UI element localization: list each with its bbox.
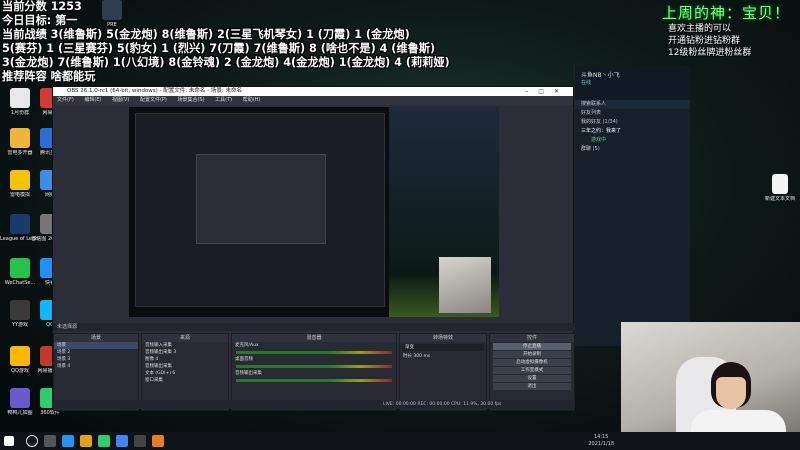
app-icon bbox=[10, 170, 30, 190]
chrome-icon[interactable] bbox=[116, 435, 128, 447]
qq-contact-status: 游戏中 bbox=[591, 137, 607, 143]
obs-title: OBS 26.1.0-rc1 (64-bit, windows) - 配置文件:… bbox=[67, 88, 242, 94]
desktop-icon-label: 新建文本文档 bbox=[764, 196, 795, 202]
obs-menubar: 文件(F) 编辑(E) 视图(V) 配置文件(P) 场景集合(S) 工具(T) … bbox=[53, 96, 573, 105]
settings-button[interactable]: 设置 bbox=[493, 375, 571, 382]
app-icon bbox=[10, 214, 30, 234]
qq-section-my-friends[interactable]: 我的好友 (1/34) bbox=[575, 118, 690, 127]
scene-item[interactable]: 场景 3 bbox=[54, 356, 138, 363]
transition-duration[interactable]: 时长 300 ms bbox=[400, 353, 486, 360]
menu-file[interactable]: 文件(F) bbox=[57, 97, 74, 103]
qq-section-friends[interactable]: 好友列表 bbox=[575, 109, 690, 118]
app-icon[interactable] bbox=[98, 435, 110, 447]
app-icon bbox=[10, 258, 30, 278]
qq-contact-panel[interactable]: 斗鱼NB丶小飞 在线 搜索联系人 好友列表 我的好友 (1/34) 三年之约：我… bbox=[574, 66, 690, 346]
file-explorer-icon[interactable] bbox=[80, 435, 92, 447]
window-controls[interactable]: –□✕ bbox=[525, 87, 569, 96]
menu-edit[interactable]: 编辑(E) bbox=[84, 97, 101, 103]
nested-preview-inner bbox=[196, 154, 326, 244]
obs-preview[interactable] bbox=[129, 107, 499, 317]
source-item[interactable]: 图像 4 bbox=[142, 356, 228, 363]
stream-stats-overlay: 当前分数 1253 今日目标: 第一 当前战绩 3(维鲁斯) 5(金龙炮) 8(… bbox=[2, 0, 450, 84]
source-item[interactable]: 窗口采集 bbox=[142, 377, 228, 384]
app-icon bbox=[10, 128, 30, 148]
qq-search-input[interactable]: 搜索联系人 bbox=[575, 100, 690, 109]
volume-meter[interactable] bbox=[236, 351, 392, 354]
source-item[interactable]: 文本 (GDI+) 6 bbox=[142, 370, 228, 377]
obs-titlebar[interactable]: OBS 26.1.0-rc1 (64-bit, windows) - 配置文件:… bbox=[53, 87, 573, 96]
fan-notice-1: 喜欢主播的可以 bbox=[667, 24, 731, 34]
start-recording-button[interactable]: 开始录制 bbox=[493, 351, 571, 358]
start-button-icon[interactable] bbox=[4, 436, 14, 446]
app-icon bbox=[10, 88, 30, 108]
app-icon bbox=[10, 300, 30, 320]
weekly-god-title: 上周的神：宝贝！ bbox=[661, 4, 790, 22]
mixer-channel: 麦克风/Aux bbox=[235, 343, 259, 348]
obs-taskbar-icon[interactable] bbox=[134, 435, 146, 447]
record-line-2: 5(赛芬) 1 (三星赛芬) 5(豹女) 1 (烈兴) 7(刀霞) 7(维鲁斯)… bbox=[2, 42, 436, 55]
menu-tools[interactable]: 工具(T) bbox=[215, 97, 232, 103]
exit-button[interactable]: 退出 bbox=[493, 383, 571, 390]
source-toolbar: 未选择源 bbox=[53, 323, 575, 331]
sources-header: 来源 bbox=[142, 334, 228, 342]
controls-header: 控件 bbox=[490, 334, 574, 342]
qq-username: 斗鱼NB丶小飞 bbox=[581, 72, 620, 79]
source-item[interactable]: 音频输入采集 bbox=[142, 342, 228, 349]
obs-window[interactable]: OBS 26.1.0-rc1 (64-bit, windows) - 配置文件:… bbox=[52, 86, 575, 411]
source-item[interactable]: 音频输出采集 bbox=[142, 363, 228, 370]
qq-header: 斗鱼NB丶小飞 在线 bbox=[575, 66, 690, 100]
qq-section-groups[interactable]: 群聊 (5) bbox=[575, 145, 690, 154]
streamer-face bbox=[716, 377, 746, 409]
search-icon[interactable] bbox=[26, 435, 38, 447]
obs-statusbar: LIVE: 00:00:00 REC: 00:00:00 CPU: 11.9%,… bbox=[53, 400, 575, 409]
system-clock[interactable]: 14:15 2021/1/18 bbox=[588, 434, 614, 448]
fan-notice-3: 12级粉丝牌进粉丝群 bbox=[667, 48, 752, 58]
edge-icon[interactable] bbox=[62, 435, 74, 447]
scene-item[interactable]: 场景 bbox=[54, 342, 138, 349]
app-icon bbox=[10, 388, 30, 408]
source-item[interactable]: 音频输出采集 3 bbox=[142, 349, 228, 356]
menu-help[interactable]: 帮助(H) bbox=[243, 97, 261, 103]
scene-item[interactable]: 场景 2 bbox=[54, 349, 138, 356]
transition-select[interactable]: 渐变 bbox=[402, 344, 484, 351]
preview-webcam bbox=[439, 257, 491, 313]
menu-profile[interactable]: 配置文件(P) bbox=[140, 97, 167, 103]
volume-meter[interactable] bbox=[236, 379, 392, 382]
fan-notice-2: 开通钻粉进钻粉群 bbox=[667, 36, 740, 46]
current-score: 当前分数 1253 bbox=[2, 0, 82, 13]
clock-time: 14:15 bbox=[593, 434, 609, 440]
app-icon[interactable] bbox=[152, 435, 164, 447]
stop-streaming-button[interactable]: 停止直播 bbox=[493, 343, 571, 350]
document-icon bbox=[772, 174, 788, 194]
task-view-icon[interactable] bbox=[44, 435, 56, 447]
webcam-feed bbox=[621, 322, 800, 450]
record-line-3: 3(金龙炮) 7(维鲁斯) 1(八幻境) 8(金铃魂) 2 (金龙炮) 4(金龙… bbox=[2, 56, 450, 69]
start-virtual-camera-button[interactable]: 启动虚拟摄像机 bbox=[493, 359, 571, 366]
daily-goal: 今日目标: 第一 bbox=[2, 14, 78, 27]
mixer-header: 混音器 bbox=[232, 334, 396, 342]
app-icon bbox=[10, 346, 30, 366]
scenes-header: 场景 bbox=[54, 334, 138, 342]
volume-meter[interactable] bbox=[236, 365, 392, 368]
clock-date: 2021/1/18 bbox=[588, 441, 614, 447]
qq-status: 在线 bbox=[581, 80, 592, 86]
new-text-document-icon[interactable]: 新建文本文档 bbox=[760, 174, 800, 202]
menu-scene-collection[interactable]: 场景集合(S) bbox=[177, 97, 204, 103]
fan-notice-overlay: 上周的神：宝贝！ 喜欢主播的可以 开通钻粉进钻粉群 12级粉丝牌进粉丝群 bbox=[662, 2, 790, 59]
recommend-line: 推荐阵容 啥都能玩 bbox=[2, 70, 96, 83]
mixer-channel: 桌面音频 bbox=[235, 357, 253, 362]
transitions-header: 转场特效 bbox=[400, 334, 486, 342]
scene-item[interactable]: 场景 4 bbox=[54, 363, 138, 370]
taskbar: 14:15 2021/1/18 bbox=[0, 432, 800, 450]
nested-preview bbox=[135, 113, 385, 307]
studio-mode-button[interactable]: 工作室模式 bbox=[493, 367, 571, 374]
mixer-channel: 音频输出采集 bbox=[235, 371, 262, 376]
record-line-1: 当前战绩 3(维鲁斯) 5(金龙炮) 8(维鲁斯) 2(三星飞机琴女) 1 (刀… bbox=[2, 28, 410, 41]
menu-view[interactable]: 视图(V) bbox=[112, 97, 129, 103]
qq-contact-item[interactable]: 三年之约：我来了 bbox=[575, 127, 690, 136]
